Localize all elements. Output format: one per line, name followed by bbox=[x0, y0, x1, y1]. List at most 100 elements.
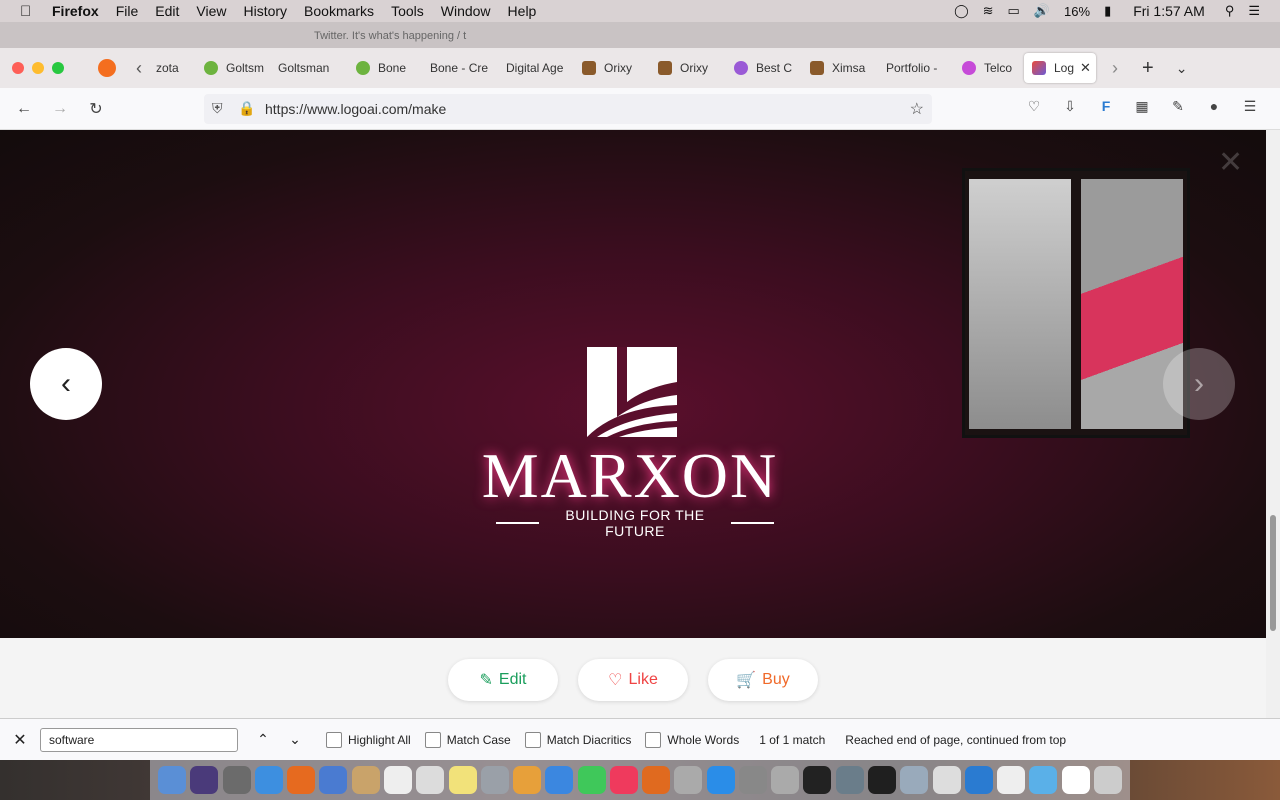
tab[interactable]: Telco bbox=[954, 53, 1024, 83]
find-input[interactable]: software bbox=[40, 727, 238, 752]
dock-app-icon[interactable] bbox=[190, 766, 219, 794]
close-preview-icon[interactable]: ✕ bbox=[1218, 145, 1243, 180]
dock-app-icon[interactable] bbox=[1061, 766, 1090, 794]
dock-app-icon[interactable] bbox=[254, 766, 283, 794]
dock-app-icon[interactable] bbox=[771, 766, 800, 794]
dock-app-icon[interactable] bbox=[319, 766, 348, 794]
close-tab-icon[interactable]: ✕ bbox=[1080, 60, 1091, 76]
extension-icon[interactable]: F bbox=[1088, 98, 1124, 115]
dock-app-icon[interactable] bbox=[1029, 766, 1058, 794]
find-previous-icon[interactable]: ⌃ bbox=[248, 731, 278, 748]
volume-icon[interactable]: 🔊 bbox=[1034, 3, 1050, 19]
dock-app-icon[interactable] bbox=[383, 766, 412, 794]
tab-active[interactable]: Log ✕ bbox=[1024, 53, 1096, 83]
whole-words-checkbox[interactable]: Whole Words bbox=[645, 731, 739, 748]
dock-app-icon[interactable] bbox=[448, 766, 477, 794]
reload-icon[interactable]: ↻ bbox=[78, 99, 114, 119]
menu-view[interactable]: View bbox=[196, 3, 226, 19]
highlight-all-checkbox[interactable]: Highlight All bbox=[326, 731, 411, 748]
zoom-window-button[interactable] bbox=[52, 62, 64, 74]
extensions-icon[interactable]: ▦ bbox=[1124, 98, 1160, 115]
battery-percent[interactable]: 16% bbox=[1064, 4, 1090, 19]
tab[interactable]: Portfolio - bbox=[878, 53, 954, 83]
like-button[interactable]: ♡ Like bbox=[578, 659, 688, 701]
previous-arrow-button[interactable]: ‹ bbox=[30, 348, 102, 420]
dock-app-icon[interactable] bbox=[706, 766, 735, 794]
shield-icon[interactable]: ⛨ bbox=[212, 100, 223, 117]
focus-icon[interactable]: ◯ bbox=[954, 3, 969, 19]
dock-app-icon[interactable] bbox=[351, 766, 380, 794]
edit-button[interactable]: ✎ Edit bbox=[448, 659, 558, 701]
scroll-tabs-left-icon[interactable]: ‹ bbox=[136, 58, 142, 79]
dock-app-icon[interactable] bbox=[158, 766, 187, 794]
dock-app-icon[interactable] bbox=[222, 766, 251, 794]
firefox-view-icon[interactable] bbox=[98, 59, 116, 77]
tab[interactable]: Digital Age bbox=[498, 53, 574, 83]
forward-icon[interactable]: → bbox=[42, 100, 78, 118]
tab[interactable]: Best C bbox=[726, 53, 802, 83]
tab[interactable]: Bone - Cre bbox=[422, 53, 498, 83]
dock-app-icon[interactable] bbox=[867, 766, 896, 794]
tab[interactable]: Goltsm bbox=[196, 53, 270, 83]
dock-app-icon[interactable] bbox=[642, 766, 671, 794]
match-diacritics-checkbox[interactable]: Match Diacritics bbox=[524, 731, 631, 748]
lock-icon[interactable]: 🔒 bbox=[238, 100, 255, 117]
menu-tools[interactable]: Tools bbox=[391, 3, 424, 19]
buy-button[interactable]: 🛒 Buy bbox=[708, 659, 818, 701]
new-tab-icon[interactable]: + bbox=[1142, 57, 1154, 80]
menu-help[interactable]: Help bbox=[508, 3, 537, 19]
match-case-checkbox[interactable]: Match Case bbox=[424, 731, 511, 748]
dock-app-icon[interactable] bbox=[835, 766, 864, 794]
tab[interactable]: Bone bbox=[348, 53, 422, 83]
account-icon[interactable]: ● bbox=[1196, 98, 1232, 115]
spotlight-icon[interactable]: ⚲ bbox=[1225, 3, 1235, 19]
close-find-icon[interactable]: ✕ bbox=[0, 730, 40, 750]
menu-icon[interactable]: ☰ bbox=[1232, 98, 1268, 115]
scrollbar-thumb[interactable] bbox=[1270, 515, 1276, 631]
dock-app-icon[interactable] bbox=[545, 766, 574, 794]
menu-window[interactable]: Window bbox=[441, 3, 491, 19]
dock-app-icon[interactable] bbox=[997, 766, 1026, 794]
tab[interactable]: Ximsa bbox=[802, 53, 878, 83]
tab[interactable]: Goltsman bbox=[270, 53, 348, 83]
menu-app-name[interactable]: Firefox bbox=[52, 3, 99, 19]
tab[interactable]: zota bbox=[148, 53, 196, 83]
control-center-icon[interactable]: ☰ bbox=[1248, 3, 1260, 19]
wifi-icon[interactable]: ≋ bbox=[983, 3, 994, 19]
scroll-tabs-right-icon[interactable]: › bbox=[1112, 58, 1118, 79]
find-next-icon[interactable]: ⌄ bbox=[280, 731, 310, 748]
pocket-icon[interactable]: ♡ bbox=[1016, 98, 1052, 115]
bookmark-star-icon[interactable]: ☆ bbox=[910, 99, 924, 119]
apple-icon[interactable]:  bbox=[20, 3, 38, 20]
url-text[interactable]: https://www.logoai.com/make bbox=[265, 101, 446, 117]
dock-app-icon[interactable] bbox=[803, 766, 832, 794]
dock-app-icon[interactable] bbox=[964, 766, 993, 794]
downloads-icon[interactable]: ⇩ bbox=[1052, 98, 1088, 115]
dock-app-icon[interactable] bbox=[287, 766, 316, 794]
dock-app-icon[interactable] bbox=[738, 766, 767, 794]
eyedropper-icon[interactable]: ✎ bbox=[1160, 98, 1196, 115]
dock-app-icon[interactable] bbox=[577, 766, 606, 794]
menubar-clock[interactable]: Fri 1:57 AM bbox=[1133, 3, 1205, 19]
dock-app-icon[interactable] bbox=[416, 766, 445, 794]
menu-edit[interactable]: Edit bbox=[155, 3, 179, 19]
address-bar[interactable]: ⛨ 🔒 https://www.logoai.com/make ☆ bbox=[204, 94, 932, 124]
back-icon[interactable]: ← bbox=[6, 100, 42, 118]
dock-app-icon[interactable] bbox=[674, 766, 703, 794]
dock-app-icon[interactable] bbox=[480, 766, 509, 794]
tab[interactable]: Orixy bbox=[574, 53, 650, 83]
list-all-tabs-icon[interactable]: ⌄ bbox=[1176, 60, 1188, 77]
next-arrow-button[interactable]: › bbox=[1163, 348, 1235, 420]
menu-history[interactable]: History bbox=[243, 3, 287, 19]
menu-bookmarks[interactable]: Bookmarks bbox=[304, 3, 374, 19]
tab[interactable]: Orixy bbox=[650, 53, 726, 83]
dock-app-icon[interactable] bbox=[900, 766, 929, 794]
dock-app-icon[interactable] bbox=[609, 766, 638, 794]
menu-file[interactable]: File bbox=[116, 3, 139, 19]
dock-app-icon[interactable] bbox=[513, 766, 542, 794]
dock-app-icon[interactable] bbox=[932, 766, 961, 794]
page-scrollbar[interactable] bbox=[1266, 130, 1280, 718]
dock-app-icon[interactable] bbox=[1093, 766, 1122, 794]
minimize-window-button[interactable] bbox=[32, 62, 44, 74]
airplay-icon[interactable]: ▭ bbox=[1008, 3, 1020, 19]
